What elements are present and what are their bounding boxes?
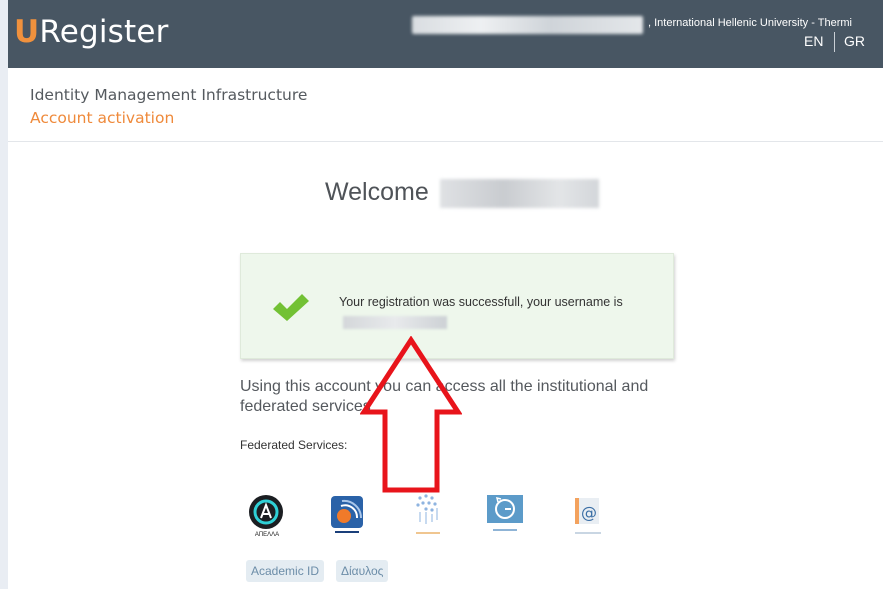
- redacted-user-name: [412, 16, 643, 34]
- federated-services-label: Federated Services:: [240, 438, 348, 452]
- network-logo[interactable]: [410, 492, 446, 538]
- language-divider: [834, 32, 835, 52]
- page-subtitle: Account activation: [30, 109, 175, 127]
- success-message-text: Your registration was successfull, your …: [339, 295, 623, 309]
- logo-text: Register: [39, 14, 169, 50]
- page-heading: Identity Management Infrastructure Accou…: [8, 68, 883, 142]
- top-bar: URegister , International Hellenic Unive…: [8, 0, 883, 68]
- tag-academic-id[interactable]: Academic ID: [246, 560, 325, 582]
- check-icon: [273, 294, 309, 321]
- language-en-link[interactable]: EN: [804, 33, 823, 49]
- eduroam-icon: [331, 496, 363, 533]
- welcome-text: Welcome: [325, 178, 429, 206]
- eduroam-logo[interactable]: [329, 494, 365, 536]
- redacted-username: [343, 316, 447, 330]
- redacted-full-name: [440, 179, 599, 208]
- network-icon: [416, 494, 440, 534]
- email-icon: @: [575, 498, 601, 534]
- apella-logo[interactable]: ΑΠΕΛΛΑ: [247, 494, 287, 540]
- sync-logo[interactable]: [485, 493, 525, 535]
- email-logo[interactable]: @: [569, 494, 605, 538]
- page-frame: URegister , International Hellenic Unive…: [8, 0, 883, 589]
- success-alert: Your registration was successfull, your …: [240, 253, 674, 359]
- uregister-logo[interactable]: URegister: [14, 14, 169, 50]
- tag-diavlos[interactable]: Δίαυλος: [336, 560, 389, 582]
- usage-text: Using this account you can access all th…: [240, 378, 649, 415]
- institution-name: , International Hellenic University - Th…: [648, 17, 852, 29]
- language-gr-link[interactable]: GR: [844, 33, 865, 49]
- logo-initial: U: [14, 14, 40, 50]
- page-title: Identity Management Infrastructure: [30, 86, 308, 104]
- sync-icon: [487, 495, 523, 531]
- apella-caption: ΑΠΕΛΛΑ: [254, 532, 280, 538]
- success-message: Your registration was successfull, your …: [339, 292, 649, 332]
- svg-text:@: @: [581, 503, 597, 522]
